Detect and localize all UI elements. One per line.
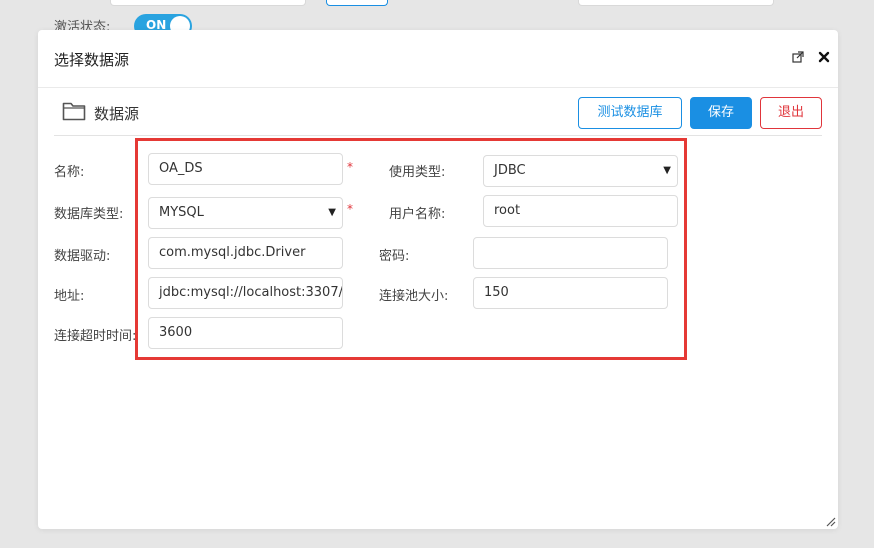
username-label: 用户名称: [389,207,446,222]
folder-icon [62,101,86,121]
background-input-2 [578,0,774,6]
name-required-mark: * [347,160,353,174]
password-input[interactable] [473,237,668,269]
chevron-down-icon: ▼ [328,207,336,218]
timeout-label: 连接超时时间: [54,329,137,344]
test-database-button[interactable]: 测试数据库 [578,97,682,129]
db-type-value: MYSQL [159,205,204,220]
db-type-select[interactable]: MYSQL ▼ [148,197,343,229]
driver-label: 数据驱动: [54,249,111,264]
dialog-title: 选择数据源 [54,51,130,69]
driver-input[interactable]: com.mysql.jdbc.Driver [148,237,343,269]
name-label: 名称: [54,165,85,180]
background-input-1 [110,0,306,6]
db-type-required-mark: * [347,202,353,216]
db-type-label: 数据库类型: [54,207,124,222]
section-header: 数据源 测试数据库 保存 退出 [54,96,822,136]
usage-type-value: JDBC [494,163,526,178]
username-input[interactable]: root [483,195,678,227]
pool-size-input[interactable]: 150 [473,277,668,309]
address-input[interactable]: jdbc:mysql://localhost:3307/ob [148,277,343,309]
address-label: 地址: [54,289,85,304]
password-label: 密码: [379,249,410,264]
pool-size-label: 连接池大小: [379,289,449,304]
close-icon[interactable] [816,49,832,65]
resize-grip-icon[interactable] [824,515,836,527]
datasource-dialog: 选择数据源 数据源 测试数据库 保存 退出 名称: OA_DS * 使用类型: … [38,30,838,529]
chevron-down-icon: ▼ [663,165,671,176]
save-button[interactable]: 保存 [690,97,752,129]
usage-type-label: 使用类型: [389,165,446,180]
usage-type-select[interactable]: JDBC ▼ [483,155,678,187]
timeout-input[interactable]: 3600 [148,317,343,349]
section-title: 数据源 [94,105,140,123]
external-link-icon[interactable] [790,49,806,65]
name-input[interactable]: OA_DS [148,153,343,185]
exit-button[interactable]: 退出 [760,97,822,129]
dialog-header: 选择数据源 [38,30,838,88]
background-button [326,0,388,6]
